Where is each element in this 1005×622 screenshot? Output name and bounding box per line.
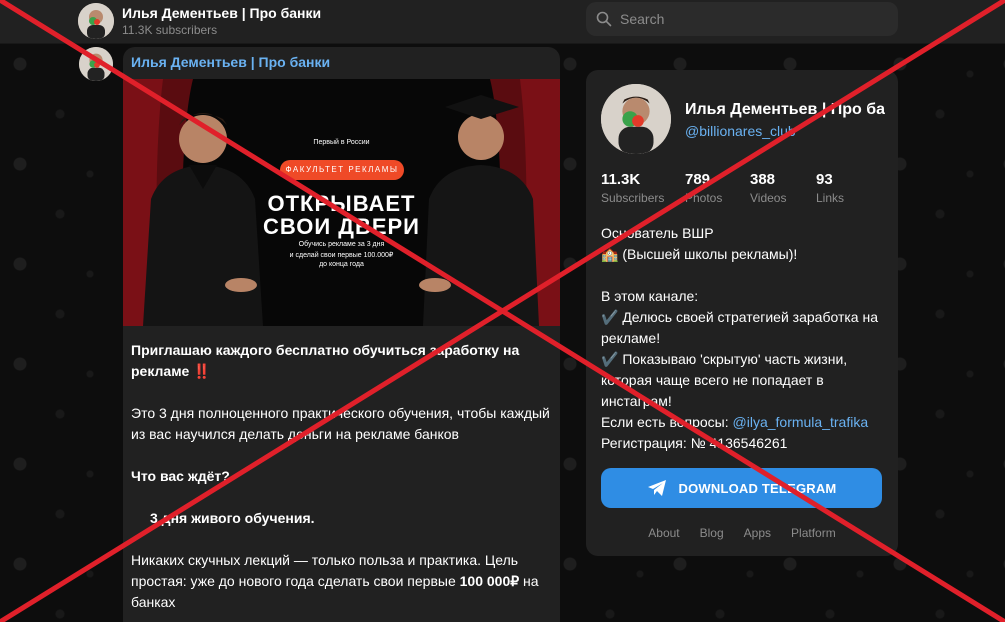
post-text-amount: 100 000₽ bbox=[459, 573, 520, 589]
telegram-plane-icon bbox=[647, 480, 666, 496]
desc-line: 🏫 (Высшей школы рекламы)! bbox=[601, 246, 798, 262]
footer-link-about[interactable]: About bbox=[648, 526, 679, 540]
search-box[interactable] bbox=[586, 2, 898, 36]
channel-avatar[interactable] bbox=[78, 3, 114, 39]
channel-info-card: Илья Дементьев | Про банки @billionares_… bbox=[586, 70, 898, 556]
channel-avatar-large bbox=[601, 84, 671, 154]
card-channel-handle[interactable]: @billionares_club bbox=[685, 123, 796, 139]
desc-line: Основатель ВШР bbox=[601, 225, 714, 241]
stat-links[interactable]: 93 Links bbox=[816, 171, 844, 205]
post-header: Илья Дементьев | Про банки bbox=[123, 47, 560, 79]
stat-videos[interactable]: 388 Videos bbox=[750, 171, 786, 205]
post-paragraph: Приглашаю каждого бесплатно обучиться за… bbox=[131, 342, 520, 379]
stat-label: Links bbox=[816, 191, 845, 205]
poster-sub-2: и сделай свои первые 100.000₽ bbox=[289, 252, 394, 259]
top-bar: Илья Дементьев | Про банки 11.3K subscri… bbox=[0, 0, 1005, 44]
post-paragraph: Это 3 дня полноценного практического обу… bbox=[131, 405, 550, 442]
stat-subscribers: 11.3K Subscribers bbox=[601, 171, 664, 205]
desc-line: Регистрация: № 4136546261 bbox=[601, 435, 788, 451]
post-text: Приглашаю каждого бесплатно обучиться за… bbox=[123, 326, 560, 622]
footer-link-platform[interactable]: Platform bbox=[791, 526, 836, 540]
poster-headline-2: СВОИ ДВЕРИ bbox=[263, 214, 420, 239]
channel-title: Илья Дементьев | Про банки bbox=[122, 5, 322, 21]
post-image[interactable]: Первый в России ФАКУЛЬТЕТ РЕКЛАМЫ ОТКРЫВ… bbox=[123, 79, 560, 326]
poster-sub-3: до конца года bbox=[319, 261, 364, 268]
post-author-avatar[interactable] bbox=[79, 47, 113, 81]
stat-value: 789 bbox=[685, 171, 711, 188]
download-label: DOWNLOAD TELEGRAM bbox=[678, 480, 837, 496]
stat-value: 11.3K bbox=[601, 171, 641, 188]
download-telegram-button[interactable]: DOWNLOAD TELEGRAM bbox=[601, 468, 882, 508]
post-paragraph: 3 дня живого обучения. bbox=[150, 510, 315, 526]
contact-link[interactable]: @ilya_formula_trafika bbox=[733, 414, 869, 430]
post-channel-name[interactable]: Илья Дементьев | Про банки bbox=[131, 54, 330, 70]
desc-line: Если есть вопросы: @ilya_formula_trafika bbox=[601, 412, 891, 433]
poster-kicker: Первый в России bbox=[313, 139, 370, 146]
subscriber-count: 11.3K subscribers bbox=[122, 23, 218, 37]
stat-value: 388 bbox=[750, 171, 776, 188]
stat-value: 93 bbox=[816, 171, 833, 188]
post-paragraph: Никаких скучных лекций — только польза и… bbox=[131, 550, 552, 613]
search-icon bbox=[596, 11, 612, 27]
stat-photos[interactable]: 789 Photos bbox=[685, 171, 722, 205]
stat-label: Videos bbox=[750, 191, 787, 205]
poster-pill: ФАКУЛЬТЕТ РЕКЛАМЫ bbox=[280, 160, 404, 180]
desc-line: ✔️ Делюсь своей стратегией заработка на … bbox=[601, 309, 878, 346]
footer-link-apps[interactable]: Apps bbox=[744, 526, 771, 540]
stat-label: Photos bbox=[685, 191, 723, 205]
footer-link-blog[interactable]: Blog bbox=[700, 526, 724, 540]
desc-text: Если есть вопросы: bbox=[601, 414, 733, 430]
poster-sub-1: Обучись рекламе за 3 дня bbox=[298, 241, 385, 248]
post-paragraph: Что вас ждёт? bbox=[131, 468, 230, 484]
footer-links: About Blog Apps Platform bbox=[586, 526, 898, 540]
stat-label: Subscribers bbox=[601, 191, 665, 205]
card-channel-name: Илья Дементьев | Про банки bbox=[685, 101, 885, 118]
desc-line: ✔️ Показываю 'скрытую' часть жизни, кото… bbox=[601, 351, 848, 409]
search-input[interactable] bbox=[620, 2, 890, 36]
channel-description: Основатель ВШР 🏫 (Высшей школы рекламы)!… bbox=[601, 223, 891, 454]
desc-line: В этом канале: bbox=[601, 288, 699, 304]
